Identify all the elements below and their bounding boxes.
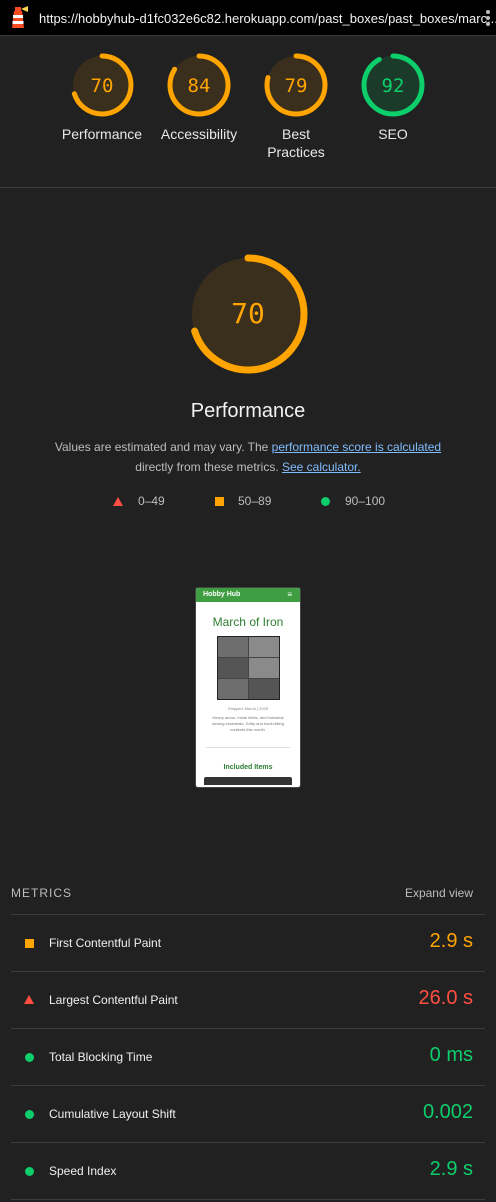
metric-name: Speed Index — [49, 1164, 117, 1178]
gauge-label: Accessibility — [160, 126, 238, 142]
legend-average: 50–89 — [238, 494, 272, 508]
final-screenshot[interactable]: Hobby Hub ≡ March of Iron Shipped: March… — [195, 587, 301, 788]
score-gauges: 70 Performance 84 Accessibility 79 Best … — [0, 36, 496, 188]
gauge-score: 79 — [285, 75, 308, 97]
more-options-icon[interactable] — [484, 8, 492, 28]
thumb-included-heading: Included Items — [223, 764, 273, 771]
thumb-brand: Hobby Hub — [203, 591, 241, 598]
performance-gauge-large: 70 — [0, 252, 496, 376]
page-url: https://hobbyhub-d1fc032e6c82.herokuapp.… — [39, 11, 496, 26]
metric-name: Total Blocking Time — [49, 1050, 153, 1064]
metric-value: 2.9 s — [429, 930, 473, 952]
gauge-score: 70 — [91, 75, 114, 97]
metrics-heading: METRICS — [11, 886, 72, 900]
gauge-score: 84 — [188, 75, 211, 97]
metric-name: Cumulative Layout Shift — [49, 1107, 176, 1121]
metric-row: Largest Contentful Paint 26.0 s — [11, 972, 485, 1029]
legend-fail: 0–49 — [138, 494, 165, 508]
gauge-ring-icon: 79 — [264, 53, 328, 117]
gauge-label: SEO — [378, 126, 408, 142]
expand-view-button[interactable]: Expand view — [405, 886, 473, 900]
metric-value: 0.002 — [422, 1101, 473, 1123]
thumb-paragraph: Heavy armor, metal limbs, and industrial… — [211, 715, 285, 732]
metric-row: Total Blocking Time 0 ms — [11, 1029, 485, 1086]
thumb-product-image — [216, 636, 280, 700]
metric-row: First Contentful Paint 2.9 s — [11, 915, 485, 972]
performance-title: Performance — [190, 400, 306, 422]
performance-score: 70 — [231, 297, 265, 330]
thumb-item-image — [204, 777, 292, 785]
pass-circle-icon — [25, 1053, 34, 1062]
legend-pass: 90–100 — [345, 494, 386, 508]
performance-description: Values are estimated and may vary. The p… — [40, 437, 456, 477]
metric-row: Speed Index 2.9 s — [11, 1143, 485, 1200]
thumb-divider — [206, 747, 290, 748]
metric-value: 0 ms — [429, 1044, 473, 1066]
desc-text: Values are estimated and may vary. The — [54, 440, 272, 454]
gauge-ring-icon: 70 — [70, 53, 134, 117]
score-legend: 0–49 50–89 90–100 — [0, 494, 496, 510]
gauge-accessibility[interactable]: 84 Accessibility — [144, 52, 254, 143]
metric-name: First Contentful Paint — [49, 936, 162, 950]
average-square-icon — [215, 497, 224, 506]
average-square-icon — [25, 939, 34, 948]
gauge-label: Best Practices — [267, 126, 325, 160]
gauge-best-practices[interactable]: 79 Best Practices — [241, 52, 351, 161]
pass-circle-icon — [25, 1110, 34, 1119]
gauge-score: 92 — [382, 75, 405, 97]
fail-triangle-icon — [24, 995, 34, 1004]
thumb-navbar: Hobby Hub ≡ — [196, 588, 300, 602]
desc-text: directly from these metrics. — [135, 460, 282, 474]
gauge-ring-icon: 92 — [361, 53, 425, 117]
thumb-meta: Shipped: March | 2025 — [227, 706, 269, 711]
gauge-ring-icon: 84 — [167, 53, 231, 117]
lighthouse-logo-icon — [12, 6, 28, 28]
metric-value: 2.9 s — [429, 1158, 473, 1180]
gauge-seo[interactable]: 92 SEO — [338, 52, 448, 143]
gauge-performance[interactable]: 70 Performance — [47, 52, 157, 143]
metric-name: Largest Contentful Paint — [49, 993, 178, 1007]
metric-row: Cumulative Layout Shift 0.002 — [11, 1086, 485, 1143]
hamburger-icon: ≡ — [287, 590, 292, 599]
pass-circle-icon — [25, 1167, 34, 1176]
see-calculator-link[interactable]: See calculator. — [282, 460, 361, 474]
fail-triangle-icon — [113, 497, 123, 506]
metric-value: 26.0 s — [418, 987, 473, 1009]
thumb-heading: March of Iron — [212, 615, 284, 629]
url-bar: https://hobbyhub-d1fc032e6c82.herokuapp.… — [0, 0, 496, 36]
gauge-label: Performance — [61, 126, 143, 142]
score-calculated-link[interactable]: performance score is calculated — [272, 440, 441, 454]
gauge-ring-icon: 70 — [188, 254, 308, 374]
pass-circle-icon — [321, 497, 330, 506]
